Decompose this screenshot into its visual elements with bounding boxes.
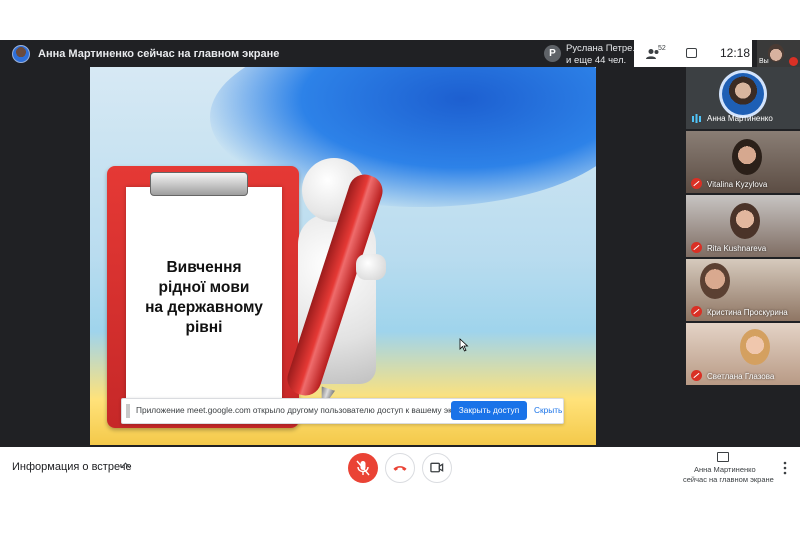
notification-text: Приложение meet.google.com открыло друго… bbox=[136, 405, 470, 415]
presenting-status-line2: сейчас на главном экране bbox=[683, 475, 774, 484]
presenter-avatar bbox=[12, 45, 30, 63]
participant-initial-avatar: Р bbox=[544, 45, 561, 62]
camera-icon bbox=[430, 462, 444, 473]
avatar bbox=[722, 73, 764, 115]
leave-call-button[interactable] bbox=[385, 453, 415, 483]
clock: 12:18 bbox=[720, 46, 751, 60]
slide-title-line: рідної мови bbox=[158, 279, 250, 296]
meeting-info-button[interactable]: Информация о встрече bbox=[12, 461, 132, 473]
chat-icon[interactable] bbox=[686, 48, 697, 58]
microphone-toggle-button[interactable] bbox=[348, 453, 378, 483]
notification-handle bbox=[126, 404, 130, 418]
presenter-chip-more: и еще 44 чел. bbox=[566, 55, 627, 66]
participant-face bbox=[700, 263, 730, 299]
self-face bbox=[768, 44, 784, 62]
slide-title-line: на державному bbox=[145, 299, 263, 316]
mic-off-icon bbox=[691, 242, 702, 253]
slide-title-line: Вивчення bbox=[166, 259, 242, 276]
cursor-icon bbox=[459, 338, 469, 352]
stop-sharing-button[interactable]: Закрыть доступ bbox=[451, 401, 527, 420]
mic-off-icon bbox=[691, 306, 702, 317]
participant-name: Кристина Проскурина bbox=[707, 308, 788, 317]
mic-off-icon bbox=[789, 57, 798, 66]
slide-title-line: рівні bbox=[185, 319, 223, 336]
hang-up-icon bbox=[393, 466, 407, 471]
hide-notification-link[interactable]: Скрыть bbox=[534, 405, 562, 415]
participant-face bbox=[730, 203, 760, 239]
audio-wave-icon bbox=[692, 114, 701, 123]
mic-off-icon bbox=[356, 460, 370, 476]
participant-name: Светлана Глазова bbox=[707, 372, 775, 381]
participant-name: Анна Мартиненко bbox=[707, 114, 773, 123]
clipboard-clip bbox=[150, 172, 248, 196]
mic-off-icon bbox=[691, 370, 702, 381]
participant-face bbox=[740, 329, 770, 365]
mic-off-icon bbox=[691, 178, 702, 189]
participant-face bbox=[732, 139, 762, 175]
participants-count: 52 bbox=[658, 45, 666, 52]
figure-hand-illustration bbox=[356, 254, 386, 280]
slide-title: Вивчення рідної мови на державному рівні bbox=[126, 258, 282, 338]
participant-name: Rita Kushnareva bbox=[707, 244, 767, 253]
presenter-status: Анна Мартиненко сейчас на главном экране bbox=[38, 48, 280, 60]
more-vert-icon[interactable] bbox=[780, 461, 790, 475]
presenting-status-line1: Анна Мартиненко bbox=[694, 465, 756, 474]
participant-name: Vitalina Kyzylova bbox=[707, 180, 768, 189]
presenter-chip-name: Руслана Петре... bbox=[566, 43, 641, 54]
present-icon[interactable] bbox=[717, 452, 729, 462]
camera-toggle-button[interactable] bbox=[422, 453, 452, 483]
self-label: Вы bbox=[759, 58, 769, 65]
